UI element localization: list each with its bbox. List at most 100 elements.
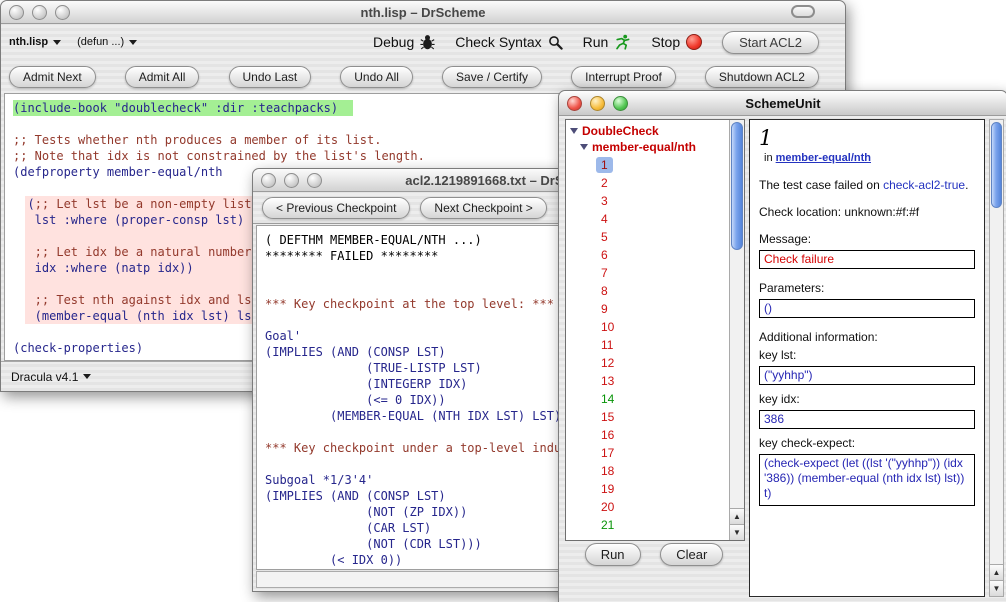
close-button[interactable] <box>9 5 24 20</box>
parameters-field[interactable]: () <box>759 299 975 318</box>
test-case-item-10[interactable]: 10 <box>566 318 744 336</box>
failure-description: The test case failed on check-acl2-true. <box>759 178 975 193</box>
test-case-number: 15 <box>596 409 619 425</box>
test-case-item-8[interactable]: 8 <box>566 282 744 300</box>
tree-scrollbar[interactable]: ▲ ▼ <box>729 120 744 540</box>
main-titlebar[interactable]: nth.lisp – DrScheme <box>1 1 845 24</box>
filename-menu[interactable]: nth.lisp <box>9 36 61 48</box>
test-case-item-20[interactable]: 20 <box>566 498 744 516</box>
run-button[interactable]: Run <box>585 543 641 566</box>
undo-last-button[interactable]: Undo Last <box>229 66 312 88</box>
test-case-item-6[interactable]: 6 <box>566 246 744 264</box>
test-case-number: 1 <box>596 157 613 173</box>
shutdown-acl2-button[interactable]: Shutdown ACL2 <box>705 66 819 88</box>
test-case-item-13[interactable]: 13 <box>566 372 744 390</box>
test-case-item-2[interactable]: 2 <box>566 174 744 192</box>
toolbar-toggle-button[interactable] <box>791 5 815 18</box>
key-check-expect-field[interactable]: (check-expect (let ((lst '("yyhhp")) (id… <box>759 454 975 506</box>
check-syntax-button[interactable]: Check Syntax <box>455 34 562 50</box>
test-case-item-5[interactable]: 5 <box>566 228 744 246</box>
schemeunit-window: SchemeUnit DoubleCheck member-equal/nth … <box>558 90 1006 602</box>
clear-button[interactable]: Clear <box>660 543 723 566</box>
close-button[interactable] <box>261 173 276 188</box>
tree-root-doublecheck[interactable]: DoubleCheck <box>566 120 744 138</box>
interrupt-proof-button[interactable]: Interrupt Proof <box>571 66 676 88</box>
case-in-line: in member-equal/nth <box>764 151 975 166</box>
test-case-item-7[interactable]: 7 <box>566 264 744 282</box>
key-lst-field[interactable]: ("yyhhp") <box>759 366 975 385</box>
language-label: Dracula v4.1 <box>11 370 78 384</box>
admit-next-button[interactable]: Admit Next <box>9 66 96 88</box>
check-syntax-label: Check Syntax <box>455 34 541 50</box>
tree-group-member-equal-nth[interactable]: member-equal/nth <box>566 138 744 154</box>
test-case-number: 7 <box>596 265 613 281</box>
parameters-label: Parameters: <box>759 281 975 296</box>
scroll-down-button[interactable]: ▼ <box>730 524 744 540</box>
disclosure-triangle-icon[interactable] <box>580 144 588 150</box>
test-case-item-21[interactable]: 21 <box>566 516 744 534</box>
test-case-item-17[interactable]: 17 <box>566 444 744 462</box>
test-case-item-18[interactable]: 18 <box>566 462 744 480</box>
test-case-item-1[interactable]: 1 <box>566 156 744 174</box>
zoom-button[interactable] <box>307 173 322 188</box>
test-case-number: 4 <box>596 211 613 227</box>
additional-info-label: Additional information: <box>759 330 975 345</box>
undo-all-button[interactable]: Undo All <box>340 66 413 88</box>
definition-navigator-label: (defun ...) <box>77 36 124 48</box>
debug-button[interactable]: Debug <box>373 34 435 50</box>
stop-button[interactable]: Stop <box>651 34 702 50</box>
test-case-item-4[interactable]: 4 <box>566 210 744 228</box>
test-case-item-12[interactable]: 12 <box>566 354 744 372</box>
test-case-item-14[interactable]: 14 <box>566 390 744 408</box>
message-field[interactable]: Check failure <box>759 250 975 269</box>
minimize-button[interactable] <box>32 5 47 20</box>
next-checkpoint-button[interactable]: Next Checkpoint > <box>420 197 546 219</box>
scroll-thumb[interactable] <box>991 122 1002 208</box>
test-case-number: 18 <box>596 463 619 479</box>
test-case-item-19[interactable]: 19 <box>566 480 744 498</box>
minimize-button[interactable] <box>284 173 299 188</box>
scroll-up-button[interactable]: ▲ <box>730 508 744 524</box>
run-button[interactable]: Run <box>583 34 632 50</box>
test-case-number: 5 <box>596 229 613 245</box>
test-case-item-11[interactable]: 11 <box>566 336 744 354</box>
test-case-item-9[interactable]: 9 <box>566 300 744 318</box>
stop-label: Stop <box>651 34 680 50</box>
close-button[interactable] <box>567 96 582 111</box>
start-acl2-button[interactable]: Start ACL2 <box>722 31 819 54</box>
scroll-down-button[interactable]: ▼ <box>990 580 1003 596</box>
zoom-button[interactable] <box>613 96 628 111</box>
failure-check-link[interactable]: check-acl2-true <box>883 178 965 192</box>
test-case-item-15[interactable]: 15 <box>566 408 744 426</box>
stop-circle-icon <box>686 34 702 50</box>
bug-icon <box>420 34 435 50</box>
minimize-button[interactable] <box>590 96 605 111</box>
failure-text: The test case failed on <box>759 178 883 192</box>
scroll-up-button[interactable]: ▲ <box>990 564 1003 580</box>
definition-navigator-menu[interactable]: (defun ...) <box>77 36 137 48</box>
language-menu[interactable]: Dracula v4.1 <box>11 370 91 384</box>
zoom-button[interactable] <box>55 5 70 20</box>
schemeunit-titlebar[interactable]: SchemeUnit <box>559 91 1006 116</box>
test-case-item-3[interactable]: 3 <box>566 192 744 210</box>
test-case-item-16[interactable]: 16 <box>566 426 744 444</box>
check-location: Check location: unknown:#f:#f <box>759 205 975 220</box>
test-case-list: 123456789101112131415161718192021 <box>566 156 744 534</box>
previous-checkpoint-button[interactable]: < Previous Checkpoint <box>262 197 410 219</box>
key-idx-field[interactable]: 386 <box>759 410 975 429</box>
save-certify-button[interactable]: Save / Certify <box>442 66 542 88</box>
scroll-arrows: ▲ ▼ <box>730 508 744 540</box>
scroll-thumb[interactable] <box>731 122 743 250</box>
test-case-number: 11 <box>596 337 618 353</box>
case-link[interactable]: member-equal/nth <box>776 152 871 164</box>
test-case-number: 14 <box>596 391 619 407</box>
key-lst-label: key lst: <box>759 348 975 363</box>
admit-all-button[interactable]: Admit All <box>125 66 200 88</box>
filename-menu-label: nth.lisp <box>9 36 48 48</box>
magnifier-icon <box>548 35 563 50</box>
detail-scrollbar[interactable]: ▲ ▼ <box>989 119 1004 597</box>
disclosure-triangle-icon[interactable] <box>570 128 578 134</box>
scroll-arrows: ▲ ▼ <box>990 564 1003 596</box>
tree-root-label: DoubleCheck <box>582 124 659 138</box>
message-label: Message: <box>759 232 975 247</box>
